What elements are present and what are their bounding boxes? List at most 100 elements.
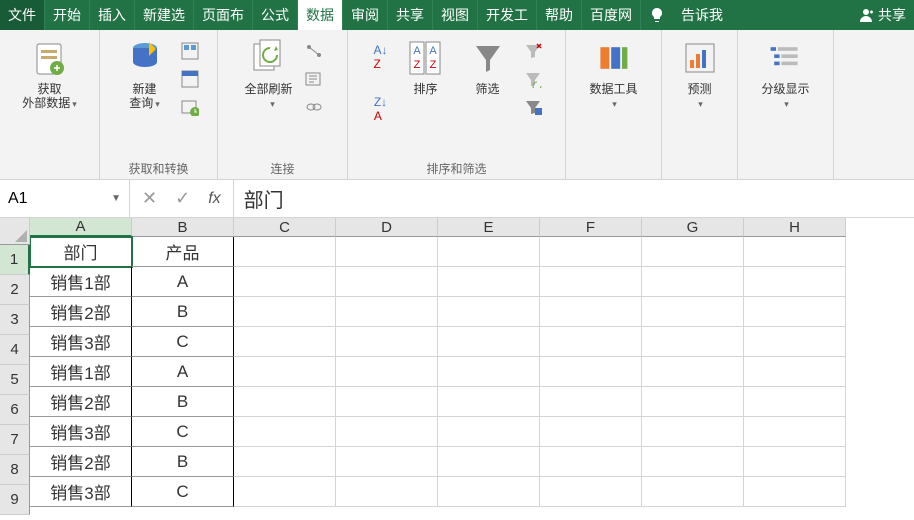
cell-H1[interactable]	[744, 237, 846, 267]
cell-C8[interactable]	[234, 447, 336, 477]
cell-E6[interactable]	[438, 387, 540, 417]
cell-C5[interactable]	[234, 357, 336, 387]
cell-D5[interactable]	[336, 357, 438, 387]
cell-B9[interactable]: C	[132, 477, 234, 507]
get-external-data-button[interactable]: 获取外部数据▾	[18, 36, 81, 113]
sort-asc-icon[interactable]: A↓Z	[370, 46, 392, 68]
cell-G7[interactable]	[642, 417, 744, 447]
clear-filter-icon[interactable]	[522, 40, 544, 62]
refresh-all-button[interactable]: 全部刷新x▾	[240, 36, 296, 113]
cell-C7[interactable]	[234, 417, 336, 447]
new-query-button[interactable]: 新建查询▾	[117, 36, 173, 113]
cell-A9[interactable]: 销售3部	[30, 477, 132, 507]
cell-C1[interactable]	[234, 237, 336, 267]
cell-C9[interactable]	[234, 477, 336, 507]
cell-D7[interactable]	[336, 417, 438, 447]
col-header-H[interactable]: H	[744, 218, 846, 237]
row-header-1[interactable]: 1	[0, 245, 30, 275]
cell-B2[interactable]: A	[132, 267, 234, 297]
cell-F6[interactable]	[540, 387, 642, 417]
menu-tab-2[interactable]: 新建选	[135, 0, 194, 30]
cell-A8[interactable]: 销售2部	[30, 447, 132, 477]
cell-E2[interactable]	[438, 267, 540, 297]
cell-H8[interactable]	[744, 447, 846, 477]
row-header-4[interactable]: 4	[0, 335, 30, 365]
cell-A6[interactable]: 销售2部	[30, 387, 132, 417]
cell-A3[interactable]: 销售2部	[30, 297, 132, 327]
cell-G2[interactable]	[642, 267, 744, 297]
cell-E4[interactable]	[438, 327, 540, 357]
name-box[interactable]: ▼	[0, 180, 130, 217]
connections-icon[interactable]	[303, 40, 325, 62]
cell-C3[interactable]	[234, 297, 336, 327]
cell-E5[interactable]	[438, 357, 540, 387]
cell-G1[interactable]	[642, 237, 744, 267]
cell-F8[interactable]	[540, 447, 642, 477]
col-header-E[interactable]: E	[438, 218, 540, 237]
edit-links-icon[interactable]	[303, 96, 325, 118]
reapply-filter-icon[interactable]	[522, 68, 544, 90]
menu-tab-4[interactable]: 公式	[253, 0, 298, 30]
cell-E9[interactable]	[438, 477, 540, 507]
cell-D2[interactable]	[336, 267, 438, 297]
menu-tab-9[interactable]: 开发工	[478, 0, 537, 30]
cell-A4[interactable]: 销售3部	[30, 327, 132, 357]
cell-F1[interactable]	[540, 237, 642, 267]
row-header-7[interactable]: 7	[0, 425, 30, 455]
col-header-C[interactable]: C	[234, 218, 336, 237]
lightbulb-icon[interactable]	[641, 0, 673, 30]
cell-C6[interactable]	[234, 387, 336, 417]
row-header-8[interactable]: 8	[0, 455, 30, 485]
menu-tab-7[interactable]: 共享	[388, 0, 433, 30]
row-header-3[interactable]: 3	[0, 305, 30, 335]
cell-H7[interactable]	[744, 417, 846, 447]
cell-D3[interactable]	[336, 297, 438, 327]
chevron-down-icon[interactable]: ▼	[111, 193, 121, 204]
cell-B8[interactable]: B	[132, 447, 234, 477]
menu-tab-3[interactable]: 页面布	[194, 0, 253, 30]
cell-H4[interactable]	[744, 327, 846, 357]
cell-G4[interactable]	[642, 327, 744, 357]
cell-B1[interactable]: 产品	[132, 237, 234, 267]
cell-D1[interactable]	[336, 237, 438, 267]
sort-desc-icon[interactable]: Z↓A	[370, 98, 392, 120]
cell-G6[interactable]	[642, 387, 744, 417]
col-header-B[interactable]: B	[132, 218, 234, 237]
cell-B7[interactable]: C	[132, 417, 234, 447]
cell-A2[interactable]: 销售1部	[30, 267, 132, 297]
cell-B6[interactable]: B	[132, 387, 234, 417]
cell-D6[interactable]	[336, 387, 438, 417]
menu-tab-11[interactable]: 百度网	[582, 0, 641, 30]
properties-icon[interactable]	[303, 68, 325, 90]
cell-C2[interactable]	[234, 267, 336, 297]
share-icon[interactable]: 共享	[858, 5, 906, 25]
cell-B5[interactable]: A	[132, 357, 234, 387]
menu-tab-1[interactable]: 插入	[90, 0, 135, 30]
cell-D9[interactable]	[336, 477, 438, 507]
fx-icon[interactable]: fx	[208, 190, 220, 208]
cell-B4[interactable]: C	[132, 327, 234, 357]
cell-E7[interactable]	[438, 417, 540, 447]
cell-H2[interactable]	[744, 267, 846, 297]
enter-icon[interactable]: ✓	[175, 188, 190, 209]
formula-content[interactable]: 部门	[234, 180, 914, 217]
row-header-9[interactable]: 9	[0, 485, 30, 515]
from-table-icon[interactable]	[179, 68, 201, 90]
cell-D4[interactable]	[336, 327, 438, 357]
menu-file[interactable]: 文件	[0, 0, 45, 30]
menu-tab-0[interactable]: 开始	[45, 0, 90, 30]
cell-F4[interactable]	[540, 327, 642, 357]
cell-F7[interactable]	[540, 417, 642, 447]
cell-B3[interactable]: B	[132, 297, 234, 327]
row-header-6[interactable]: 6	[0, 395, 30, 425]
cell-C4[interactable]	[234, 327, 336, 357]
col-header-A[interactable]: A	[30, 218, 132, 237]
cell-E8[interactable]	[438, 447, 540, 477]
cell-A1[interactable]: 部门	[30, 237, 132, 267]
cell-F5[interactable]	[540, 357, 642, 387]
cell-F2[interactable]	[540, 267, 642, 297]
cell-E1[interactable]	[438, 237, 540, 267]
cell-F9[interactable]	[540, 477, 642, 507]
cell-G5[interactable]	[642, 357, 744, 387]
cell-H9[interactable]	[744, 477, 846, 507]
